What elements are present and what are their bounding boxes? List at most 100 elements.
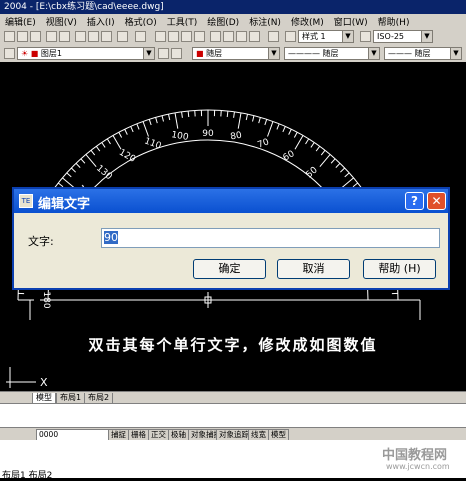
pan-icon[interactable]: [155, 31, 166, 42]
protractor-tick: [336, 163, 340, 167]
protractor-tick: [137, 124, 139, 130]
dim-style-combo[interactable]: ISO-25▼: [373, 30, 433, 43]
protractor-tick: [131, 126, 133, 131]
protractor-tick: [259, 117, 261, 123]
protractor-tick: [277, 124, 279, 130]
open-icon[interactable]: [17, 31, 28, 42]
protractor-tick: [295, 135, 303, 149]
undo-icon[interactable]: [117, 31, 128, 42]
chevron-down-icon[interactable]: ▼: [143, 48, 154, 59]
instruction-caption: 双击其每个单行文字，修改成如图数值: [0, 334, 466, 355]
cut-icon[interactable]: [75, 31, 86, 42]
redo-icon[interactable]: [135, 31, 146, 42]
protractor-tick: [283, 126, 285, 131]
protractor-tick: [182, 112, 183, 118]
watermark-text: 中国教程网: [382, 444, 447, 463]
chevron-down-icon[interactable]: ▼: [368, 48, 379, 59]
menu-insert[interactable]: 插入(I): [82, 15, 120, 28]
tool-palette-icon[interactable]: [236, 31, 247, 42]
protractor-tick: [162, 116, 163, 122]
layer-combo[interactable]: ☀ ■ 图层1▼: [17, 47, 155, 60]
zoom-previous-icon[interactable]: [194, 31, 205, 42]
linetype-combo[interactable]: ———— 随层▼: [284, 47, 380, 60]
menu-edit[interactable]: 编辑(E): [0, 15, 41, 28]
protractor-tick: [107, 139, 110, 144]
command-line[interactable]: [0, 403, 466, 428]
dialog-app-icon: TE: [19, 194, 33, 208]
protractor-tick: [91, 150, 95, 155]
save-icon[interactable]: [30, 31, 41, 42]
protractor-tick: [345, 173, 349, 177]
protractor-label: 130: [94, 164, 114, 183]
lineweight-combo[interactable]: ——— 随层▼: [384, 47, 462, 60]
menu-dimension[interactable]: 标注(N): [244, 15, 286, 28]
print-icon[interactable]: [46, 31, 57, 42]
ok-button[interactable]: 确定: [193, 259, 266, 279]
app-title: 2004 - [E:\cbx练习题\cad\eeee.dwg]: [4, 2, 164, 12]
protractor-tick: [143, 121, 148, 136]
properties-icon[interactable]: [210, 31, 221, 42]
paste-icon[interactable]: [101, 31, 112, 42]
help-question-icon[interactable]: ?: [405, 192, 424, 210]
standard-toolbar: 样式 1▼ ISO-25▼: [0, 28, 466, 46]
protractor-tick: [331, 159, 335, 163]
menu-help[interactable]: 帮助(H): [373, 15, 415, 28]
protractor-tick: [102, 142, 105, 147]
protractor-label: 80: [230, 131, 243, 143]
protractor-tick: [306, 139, 309, 144]
protractor-tick: [340, 168, 344, 172]
protractor-label: 70: [256, 137, 270, 150]
edit-text-dialog: TE 编辑文字 ? ✕ 文字: 90 确定 取消 帮助 (H): [12, 187, 450, 290]
protractor-label: 90: [202, 129, 214, 139]
protractor-tick: [227, 111, 228, 117]
chevron-down-icon[interactable]: ▼: [421, 31, 432, 42]
new-icon[interactable]: [4, 31, 15, 42]
text-style-combo[interactable]: 样式 1▼: [298, 30, 354, 43]
preview-icon[interactable]: [59, 31, 70, 42]
help-button[interactable]: 帮助 (H): [363, 259, 436, 279]
chevron-down-icon[interactable]: ▼: [450, 48, 461, 59]
menu-draw[interactable]: 绘图(D): [202, 15, 244, 28]
menu-view[interactable]: 视图(V): [41, 15, 82, 28]
zoom-window-icon[interactable]: [181, 31, 192, 42]
text-style-icon: [285, 31, 296, 42]
protractor-tick: [289, 129, 292, 134]
protractor-tick: [67, 173, 71, 177]
menu-window[interactable]: 窗口(W): [329, 15, 373, 28]
chevron-down-icon[interactable]: ▼: [342, 31, 353, 42]
menu-modify[interactable]: 修改(M): [286, 15, 329, 28]
layer-previous-icon[interactable]: [171, 48, 182, 59]
protractor-tick: [71, 168, 75, 172]
design-center-icon[interactable]: [223, 31, 234, 42]
protractor-tick: [96, 146, 100, 151]
make-current-icon[interactable]: [158, 48, 169, 59]
sheet-set-icon[interactable]: [249, 31, 260, 42]
text-input-value: 90: [104, 231, 118, 244]
help-icon[interactable]: [268, 31, 279, 42]
text-input[interactable]: 90: [101, 228, 440, 248]
dialog-title-bar[interactable]: TE 编辑文字 ? ✕: [14, 189, 448, 213]
layer-manager-icon[interactable]: [4, 48, 15, 59]
menu-format[interactable]: 格式(O): [120, 15, 162, 28]
zoom-realtime-icon[interactable]: [168, 31, 179, 42]
app-title-bar: 2004 - [E:\cbx练习题\cad\eeee.dwg]: [0, 0, 466, 14]
protractor-tick: [311, 142, 314, 147]
color-combo[interactable]: ■ 随层▼: [192, 47, 280, 60]
protractor-tick: [321, 150, 325, 155]
close-icon[interactable]: ✕: [427, 192, 446, 210]
status-bar: 0000 捕捉 栅格 正交 极轴 对象捕捉 对象追踪 线宽 模型: [0, 427, 466, 441]
protractor-tick: [125, 129, 128, 134]
protractor-tick: [119, 132, 122, 137]
protractor-tick: [234, 112, 235, 118]
protractor-tick: [246, 114, 247, 120]
protractor-tick: [168, 114, 169, 120]
menu-tools[interactable]: 工具(T): [162, 15, 203, 28]
cancel-button[interactable]: 取消: [277, 259, 350, 279]
chevron-down-icon[interactable]: ▼: [268, 48, 279, 59]
copy-icon[interactable]: [88, 31, 99, 42]
protractor-tick: [320, 154, 330, 166]
color-swatch-icon: ■: [196, 49, 206, 58]
dialog-title: 编辑文字: [38, 193, 90, 212]
dim-style-icon: [360, 31, 371, 42]
protractor-tick: [294, 132, 297, 137]
